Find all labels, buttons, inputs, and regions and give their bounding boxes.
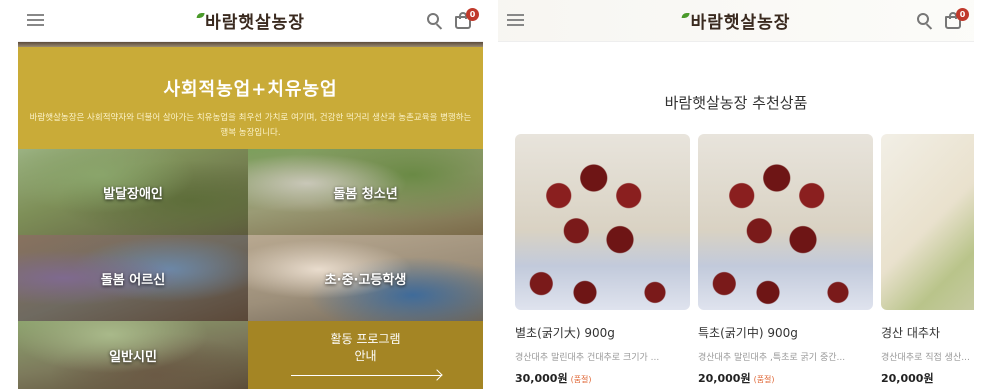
product-price: 20,000원 (881, 372, 934, 385)
product-carousel[interactable]: 별초(굵기大) 900g 경산대추 말린대추 건대추로 크기가 ... 30,0… (515, 134, 974, 389)
logo[interactable]: 바람햇살농장 (196, 8, 305, 33)
search-icon[interactable] (917, 13, 934, 30)
hero-banner: 사회적농업+치유농업 바람햇살농장은 사회적약자와 더불어 살아가는 치유농업을… (18, 47, 483, 149)
right-screen: 바람햇살농장 0 바람햇살농장 추천상품 별초(굵기大) 900g 경산대추 말… (498, 0, 974, 389)
product-description: 경산대추로 직접 생산... (881, 353, 970, 363)
target-groups-grid: 발달장애인 돌봄 청소년 돌봄 어르신 초·중·고등학생 일반시민 활동 프로그… (18, 149, 483, 389)
tile-developmental-disability[interactable]: 발달장애인 (18, 149, 248, 235)
product-name[interactable]: 특초(굵기中) 900g (698, 324, 873, 341)
search-icon[interactable] (427, 13, 444, 30)
product-description: 경산대추 말린대추 건대추로 크기가 ... (515, 353, 660, 363)
product-price: 20,000원 (품절) (698, 372, 775, 385)
product-image[interactable] (515, 134, 690, 310)
hamburger-icon[interactable] (507, 14, 524, 27)
left-screen: 바람햇살농장 0 사회적농업+치유농업 바람햇살농장은 사회적약자와 더불어 살… (18, 0, 483, 389)
shopping-bag-icon[interactable]: 0 (944, 8, 969, 30)
logo[interactable]: 바람햇살농장 (681, 8, 791, 33)
soldout-badge: (품절) (753, 375, 775, 384)
shopping-bag-icon[interactable]: 0 (454, 8, 479, 30)
program-line1: 활동 프로그램 (330, 332, 401, 346)
tile-care-elderly[interactable]: 돌봄 어르신 (18, 235, 248, 321)
header: 바람햇살농장 0 (18, 0, 483, 42)
header: 바람햇살농장 0 (498, 0, 974, 42)
hero-description: 바람햇살농장은 사회적약자와 더불어 살아가는 치유농업을 최우선 가치로 여기… (29, 113, 472, 138)
cart-count-badge: 0 (466, 8, 479, 21)
product-card[interactable]: 별초(굵기大) 900g 경산대추 말린대추 건대추로 크기가 ... 30,0… (515, 134, 690, 386)
cart-count-badge: 0 (956, 8, 969, 21)
arrow-right-icon (290, 369, 443, 381)
program-line2: 안내 (354, 349, 377, 363)
section-title: 바람햇살농장 추천상품 (664, 94, 808, 112)
product-image[interactable] (698, 134, 873, 310)
product-name[interactable]: 별초(굵기大) 900g (515, 324, 690, 341)
product-card[interactable]: 특초(굵기中) 900g 경산대추 말린대추 ,특초로 굵기 중간... 20,… (698, 134, 873, 386)
tile-students[interactable]: 초·중·고등학생 (248, 235, 483, 321)
tile-care-youth[interactable]: 돌봄 청소년 (248, 149, 483, 235)
hero-title: 사회적농업+치유농업 (163, 79, 338, 100)
tile-general-public[interactable]: 일반시민 (18, 321, 248, 389)
product-price: 30,000원 (품절) (515, 372, 592, 385)
program-info-button[interactable]: 활동 프로그램 안내 (248, 321, 483, 389)
product-card[interactable]: 경산 대추차 경산대추로 직접 생산... 20,000원 (881, 134, 974, 386)
product-image[interactable] (881, 134, 974, 310)
product-description: 경산대추 말린대추 ,특초로 굵기 중간... (698, 353, 846, 363)
soldout-badge: (품절) (570, 375, 592, 384)
product-name[interactable]: 경산 대추차 (881, 324, 974, 341)
hamburger-icon[interactable] (27, 14, 44, 27)
